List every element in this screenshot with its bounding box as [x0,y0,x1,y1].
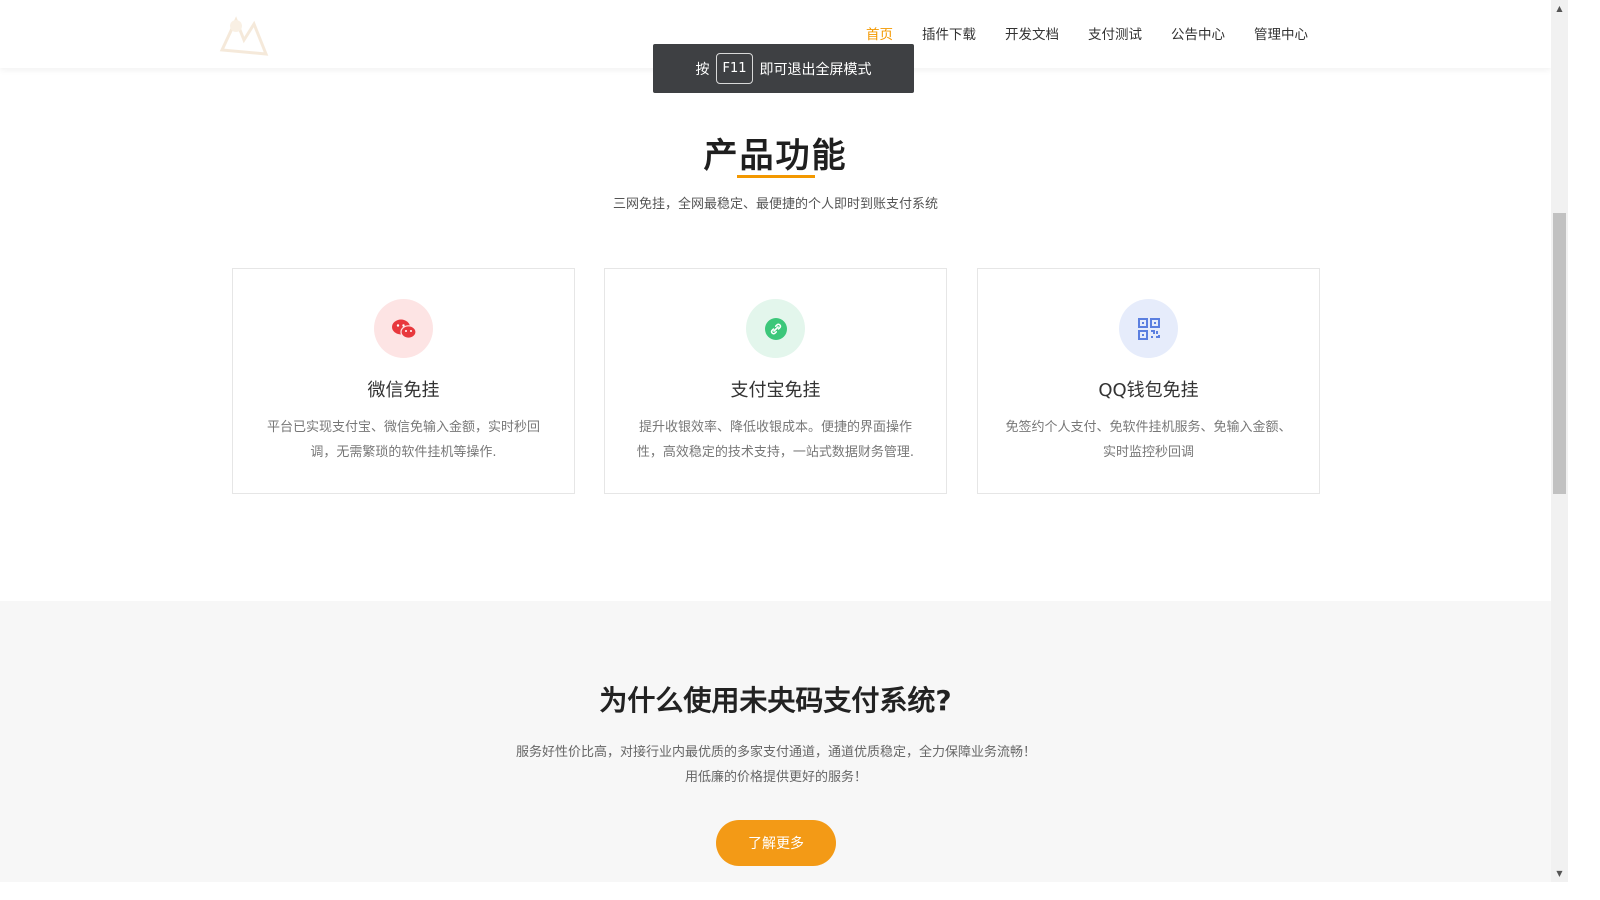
toast-prefix: 按 [695,61,710,78]
nav-admin-center[interactable]: 管理中心 [1254,26,1308,44]
card-title: QQ钱包免挂 [1098,380,1199,401]
site-logo[interactable] [214,10,274,62]
vertical-scrollbar[interactable]: ▲ ▼ [1551,0,1568,882]
features-title: 产品功能 [703,136,848,176]
card-desc: 平台已实现支付宝、微信免输入金额，实时秒回调，无需繁琐的软件挂机等操作. [266,420,540,460]
scroll-thumb[interactable] [1553,213,1566,494]
card-desc: 免签约个人支付、免软件挂机服务、免输入金额、实时监控秒回调 [1005,420,1292,460]
nav-announcements[interactable]: 公告中心 [1171,26,1225,44]
learn-more-button[interactable]: 了解更多 [716,820,836,866]
scroll-down-arrow-icon[interactable]: ▼ [1551,865,1568,882]
why-section: 为什么使用未央码支付系统? 服务好性价比高，对接行业内最优质的多家支付通道，通道… [0,601,1551,882]
wechat-icon [374,299,433,358]
feature-card-alipay: 支付宝免挂 提升收银效率、降低收银成本。便捷的界面操作性，高效稳定的技术支持，一… [604,268,947,494]
feature-card-wechat: 微信免挂 平台已实现支付宝、微信免输入金额，实时秒回调，无需繁琐的软件挂机等操作… [232,268,575,494]
why-desc: 服务好性价比高，对接行业内最优质的多家支付通道，通道优质稳定，全力保障业务流畅！… [515,745,1036,785]
why-title: 为什么使用未央码支付系统? [599,684,952,717]
main-nav: 首页 插件下载 开发文档 支付测试 公告中心 管理中心 [866,26,1337,52]
features-subtitle: 三网免挂，全网最稳定、最便捷的个人即时到账支付系统 [612,197,938,212]
page: 首页 插件下载 开发文档 支付测试 公告中心 管理中心 按 F11 即可退出全屏… [0,0,1551,882]
fullscreen-toast: 按 F11 即可退出全屏模式 [653,44,914,93]
toast-suffix: 即可退出全屏模式 [759,61,872,78]
features-title-underline [737,175,815,178]
toast-key: F11 [716,53,753,84]
nav-payment-test[interactable]: 支付测试 [1088,26,1142,44]
nav-dev-docs[interactable]: 开发文档 [1005,26,1059,44]
nav-home[interactable]: 首页 [866,26,893,52]
qrcode-icon [1119,299,1178,358]
card-title: 微信免挂 [367,380,440,401]
card-title: 支付宝免挂 [730,380,821,401]
scroll-up-arrow-icon[interactable]: ▲ [1551,0,1568,17]
nav-plugin-download[interactable]: 插件下载 [922,26,976,44]
feature-card-qq-wallet: QQ钱包免挂 免签约个人支付、免软件挂机服务、免输入金额、实时监控秒回调 [977,268,1320,494]
card-desc: 提升收银效率、降低收银成本。便捷的界面操作性，高效稳定的技术支持，一站式数据财务… [636,420,915,460]
link-icon [746,299,805,358]
